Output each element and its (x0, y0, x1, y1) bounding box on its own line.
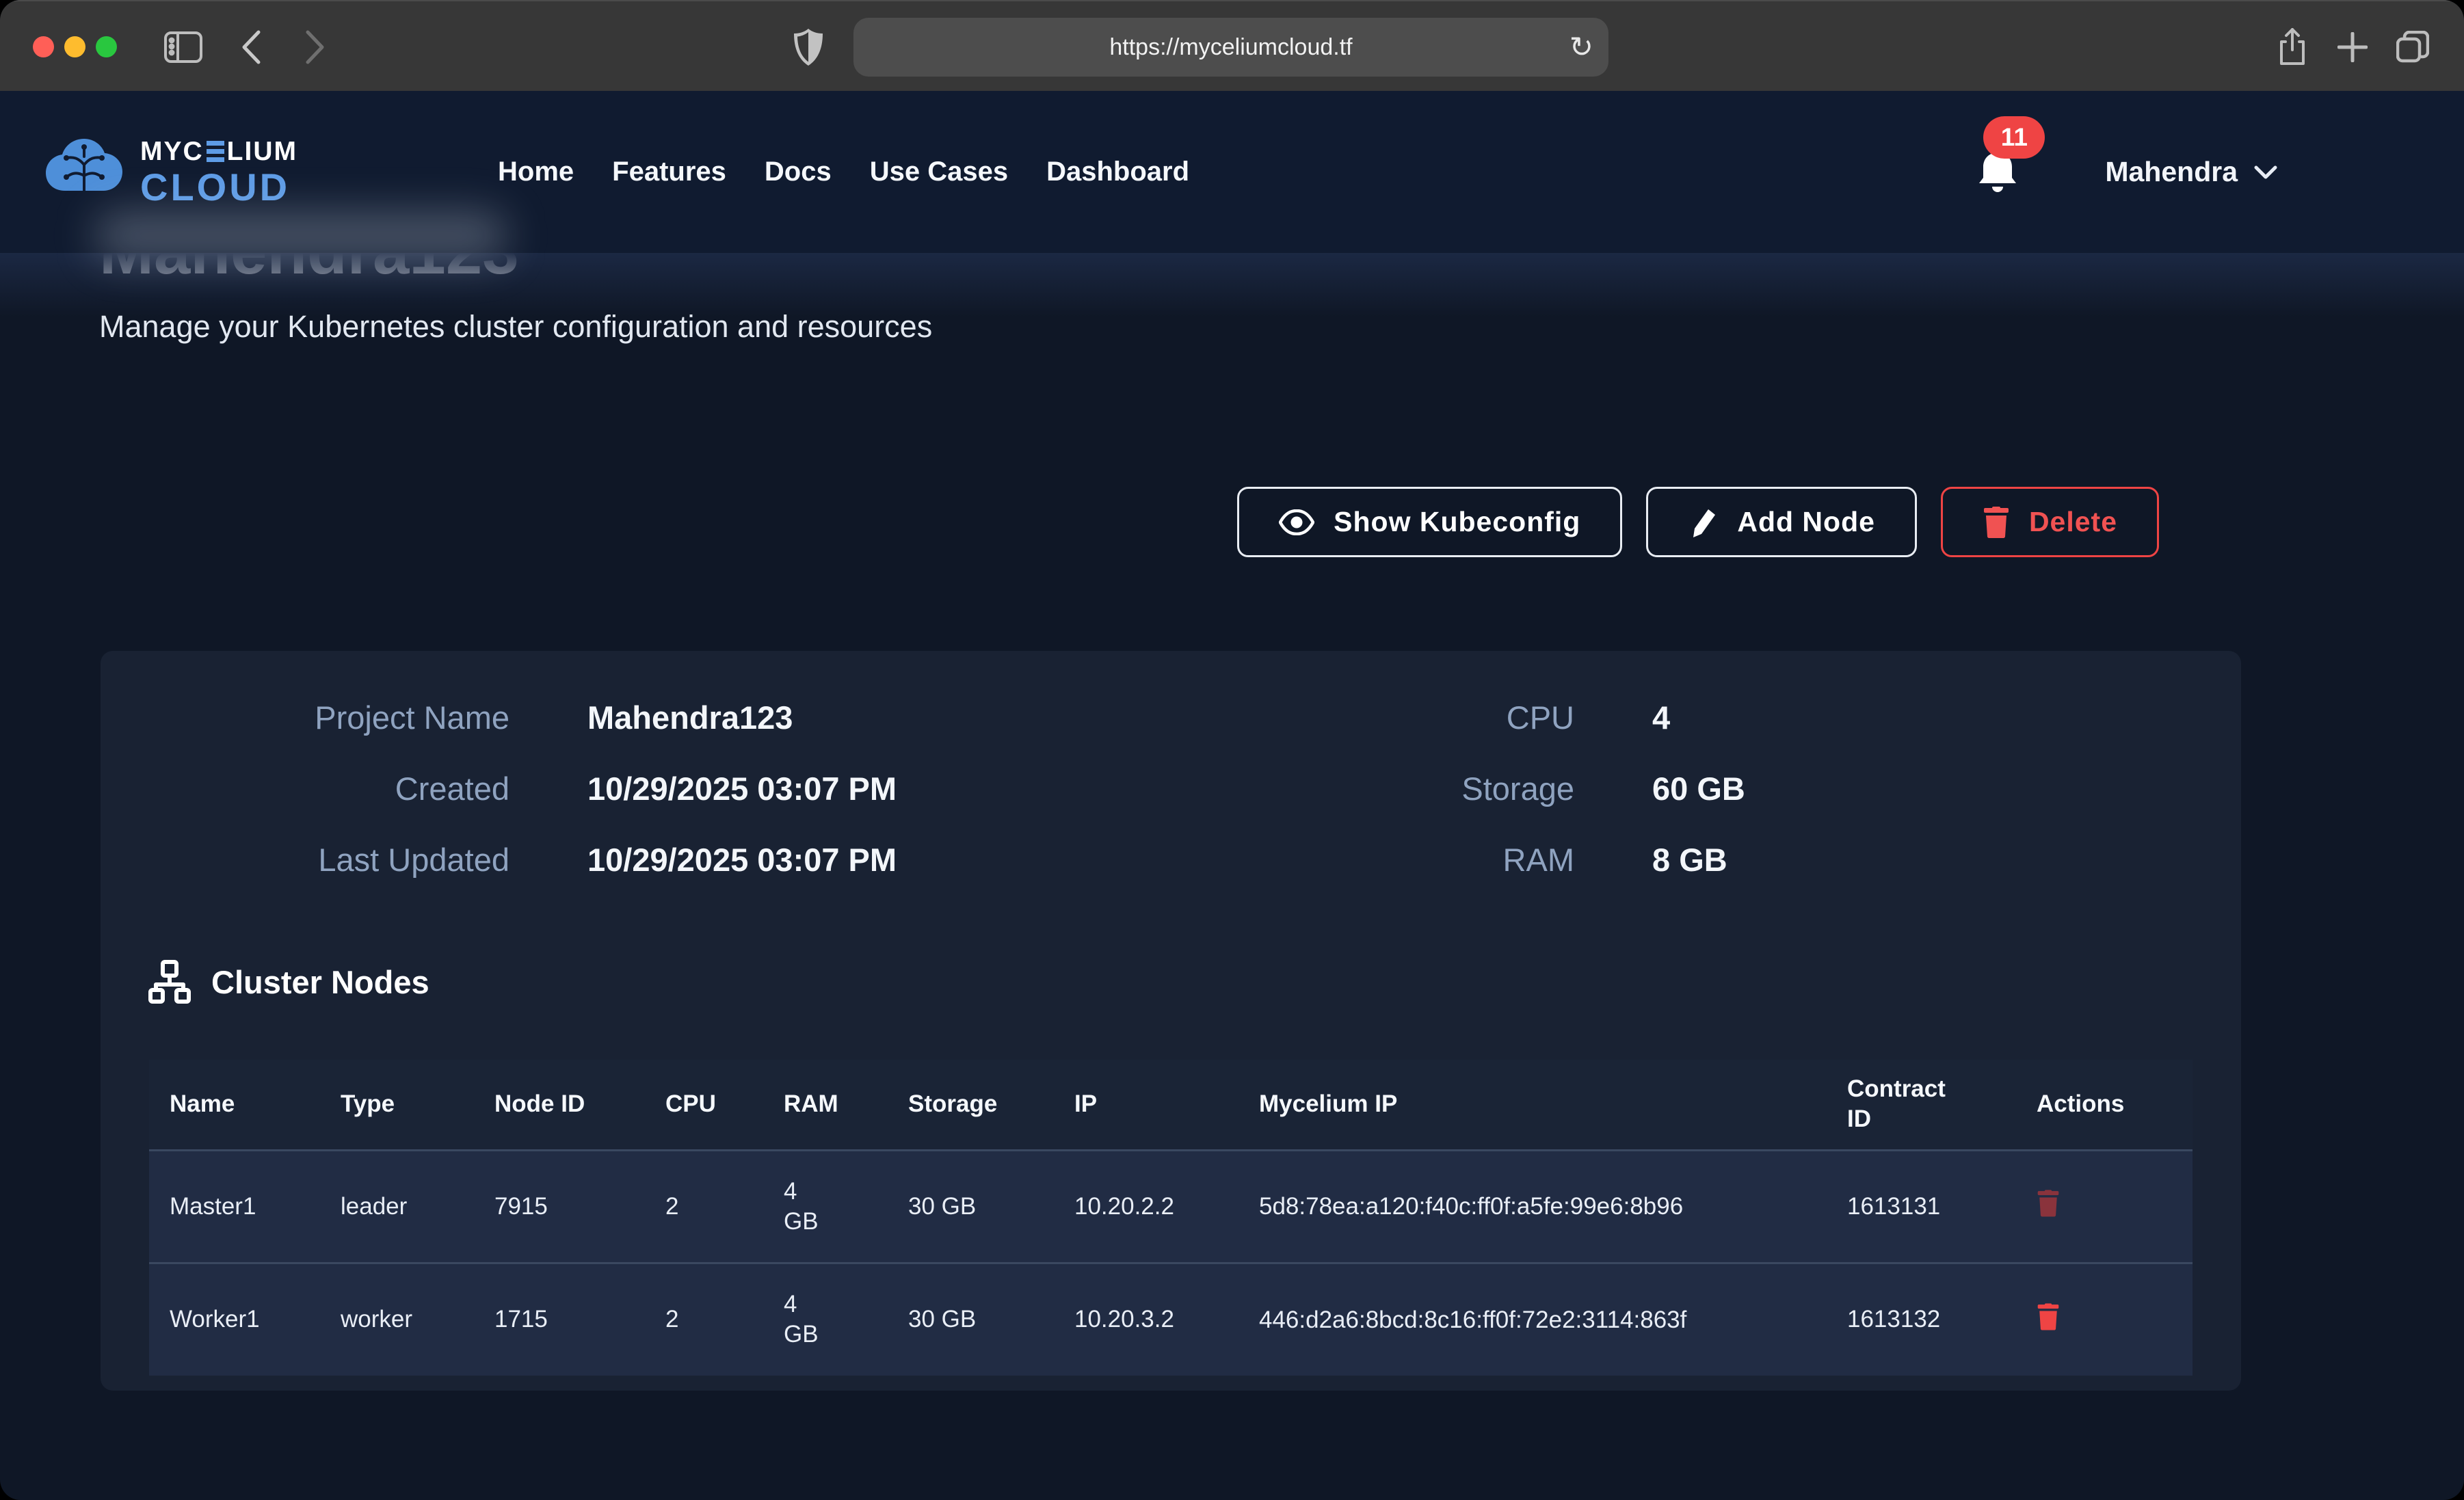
cell-storage: 30 GB (888, 1150, 1054, 1263)
nav-item-features[interactable]: Features (612, 157, 726, 187)
show-kubeconfig-button[interactable]: Show Kubeconfig (1237, 487, 1622, 557)
detail-value: 60 GB (1574, 768, 2241, 809)
detail-label: RAM (1167, 840, 1574, 881)
sidebar-toggle-icon[interactable] (164, 1, 202, 92)
col-ip: IP (1054, 1060, 1238, 1150)
detail-label: Last Updated (101, 840, 509, 881)
cell-ip: 10.20.3.2 (1054, 1263, 1238, 1376)
reload-icon[interactable]: ↻ (1569, 33, 1593, 62)
col-contract-id: Contract ID (1827, 1060, 2037, 1150)
table-row: Worker1 worker 1715 2 4 GB 30 GB 10.20.3… (149, 1263, 2193, 1376)
nav-item-home[interactable]: Home (498, 157, 574, 187)
col-actions: Actions (2037, 1060, 2193, 1150)
detail-label: Storage (1167, 768, 1574, 809)
table-row: Master1 leader 7915 2 4 GB 30 GB 10.20.2… (149, 1150, 2193, 1263)
col-mycelium-ip: Mycelium IP (1238, 1060, 1827, 1150)
forward-icon[interactable] (305, 1, 326, 92)
eye-icon (1279, 509, 1314, 535)
detail-value: 4 (1574, 697, 2241, 738)
trash-icon (2037, 1189, 2060, 1218)
table-header-row: Name Type Node ID CPU RAM Storage IP Myc… (149, 1060, 2193, 1150)
new-tab-icon[interactable] (2337, 1, 2368, 92)
trash-icon (2037, 1302, 2060, 1331)
privacy-shield-icon[interactable] (793, 1, 823, 92)
cluster-actions: Show Kubeconfig Add Node Delete (1237, 487, 2159, 557)
col-name: Name (149, 1060, 320, 1150)
logo-e-bars-icon (207, 141, 224, 162)
detail-value: Mahendra123 (509, 697, 1167, 738)
col-ram: RAM (763, 1060, 888, 1150)
notification-badge: 11 (1983, 116, 2045, 159)
cell-node-id: 1715 (474, 1263, 645, 1376)
traffic-lights (33, 36, 117, 57)
detail-label: CPU (1167, 697, 1574, 738)
cluster-details-grid: Project Name Mahendra123 CPU 4 Created 1… (101, 697, 2241, 881)
cell-contract-id: 1613131 (1827, 1150, 2037, 1263)
cell-type: leader (320, 1150, 474, 1263)
user-menu[interactable]: Mahendra (2105, 156, 2277, 188)
brand-name-bottom: CLOUD (140, 168, 297, 206)
cell-storage: 30 GB (888, 1263, 1054, 1376)
cell-contract-id: 1613132 (1827, 1263, 2037, 1376)
cell-cpu: 2 (645, 1150, 763, 1263)
browser-toolbar: https://myceliumcloud.tf ↻ (0, 0, 2464, 91)
tab-overview-icon[interactable] (2396, 1, 2429, 92)
mycelium-cloud-logo-icon (43, 137, 125, 207)
chevron-down-icon (2254, 165, 2277, 180)
cell-name: Worker1 (149, 1263, 320, 1376)
brand-name-top: MYCLIUM (140, 138, 297, 165)
cell-name: Master1 (149, 1150, 320, 1263)
safari-window: https://myceliumcloud.tf ↻ Mahendra123 M… (0, 0, 2464, 1500)
cell-cpu: 2 (645, 1263, 763, 1376)
cluster-nodes-table: Name Type Node ID CPU RAM Storage IP Myc… (149, 1060, 2193, 1376)
cluster-nodes-section-header: Cluster Nodes (148, 960, 429, 1004)
nav-item-docs[interactable]: Docs (765, 157, 832, 187)
cell-ram: 4 GB (763, 1263, 888, 1376)
minimize-window-button[interactable] (64, 36, 85, 57)
back-icon[interactable] (241, 1, 261, 92)
address-bar[interactable]: https://myceliumcloud.tf ↻ (853, 18, 1608, 77)
col-cpu: CPU (645, 1060, 763, 1150)
detail-label: Project Name (101, 697, 509, 738)
zoom-window-button[interactable] (96, 36, 117, 57)
cell-actions (2037, 1150, 2193, 1263)
detail-value: 8 GB (1574, 840, 2241, 881)
section-title: Cluster Nodes (211, 963, 429, 1001)
trash-icon (1983, 507, 2010, 538)
cell-mycelium-ip: 446:d2a6:8bcd:8c16:ff0f:72e2:3114:863f (1238, 1263, 1827, 1376)
delete-cluster-button[interactable]: Delete (1941, 487, 2159, 557)
cell-node-id: 7915 (474, 1150, 645, 1263)
cell-actions (2037, 1263, 2193, 1376)
pencil-icon (1688, 507, 1718, 538)
share-icon[interactable] (2279, 1, 2306, 92)
detail-value: 10/29/2025 03:07 PM (509, 768, 1167, 809)
detail-value: 10/29/2025 03:07 PM (509, 840, 1167, 881)
cell-ram: 4 GB (763, 1150, 888, 1263)
page-subtitle: Manage your Kubernetes cluster configura… (99, 309, 932, 345)
close-window-button[interactable] (33, 36, 54, 57)
brand-logo[interactable]: MYCLIUM CLOUD (43, 137, 297, 207)
col-type: Type (320, 1060, 474, 1150)
user-name: Mahendra (2105, 156, 2238, 188)
nav-item-use-cases[interactable]: Use Cases (870, 157, 1008, 187)
cluster-details-card: Project Name Mahendra123 CPU 4 Created 1… (101, 651, 2241, 1391)
main-nav: Home Features Docs Use Cases Dashboard (498, 157, 1189, 187)
url-text: https://myceliumcloud.tf (1109, 34, 1352, 61)
add-node-button[interactable]: Add Node (1646, 487, 1917, 557)
cell-ip: 10.20.2.2 (1054, 1150, 1238, 1263)
delete-node-button[interactable] (2037, 1189, 2060, 1220)
network-nodes-icon (148, 960, 191, 1004)
site-header: MYCLIUM CLOUD Home Features Docs Use Cas… (0, 91, 2464, 253)
delete-node-button[interactable] (2037, 1302, 2060, 1333)
detail-label: Created (101, 768, 509, 809)
col-storage: Storage (888, 1060, 1054, 1150)
col-node-id: Node ID (474, 1060, 645, 1150)
notifications-button[interactable]: 11 (1976, 148, 2020, 197)
cell-type: worker (320, 1263, 474, 1376)
nav-item-dashboard[interactable]: Dashboard (1046, 157, 1189, 187)
title-blur-smear (96, 212, 506, 260)
cell-mycelium-ip: 5d8:78ea:a120:f40c:ff0f:a5fe:99e6:8b96 (1238, 1150, 1827, 1263)
